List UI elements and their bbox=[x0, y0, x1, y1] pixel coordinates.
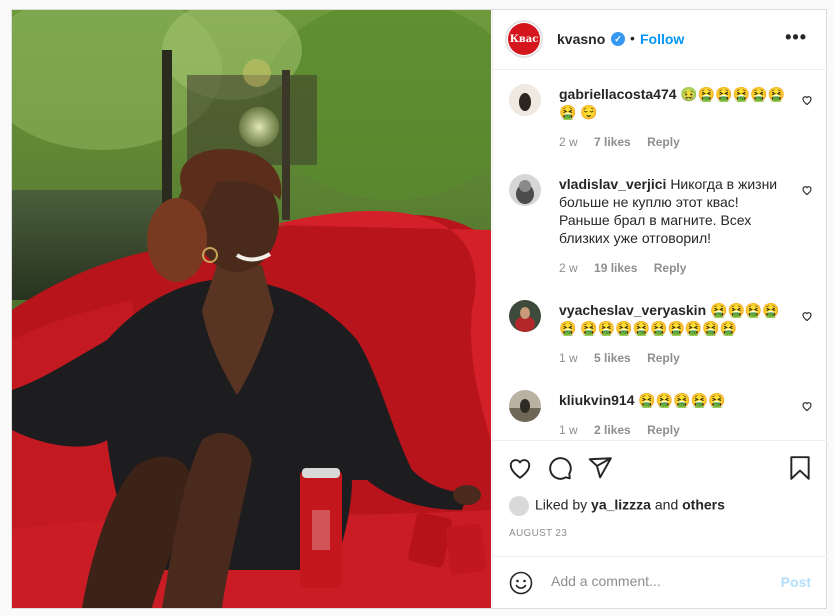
comment-meta: 2 w 7 likes Reply bbox=[559, 135, 693, 149]
comment-username[interactable]: kliukvin914 bbox=[559, 392, 635, 408]
comment-likes[interactable]: 5 likes bbox=[594, 351, 631, 365]
reply-button[interactable]: Reply bbox=[647, 423, 680, 437]
reply-button[interactable]: Reply bbox=[654, 261, 687, 275]
avatar[interactable] bbox=[509, 300, 541, 332]
avatar[interactable] bbox=[509, 84, 541, 116]
comment-age: 1 w bbox=[559, 351, 578, 365]
avatar[interactable] bbox=[509, 174, 541, 206]
avatar[interactable] bbox=[509, 390, 541, 422]
comment-input[interactable] bbox=[549, 572, 763, 590]
comment-username[interactable]: vyacheslav_veryaskin bbox=[559, 302, 706, 318]
bookmark-icon[interactable] bbox=[787, 455, 813, 481]
follow-button[interactable]: Follow bbox=[640, 31, 684, 47]
liker-username[interactable]: ya_lizzza bbox=[591, 497, 651, 513]
comment-body: 🤮🤮🤮🤮🤮 bbox=[638, 392, 726, 408]
post-card: Квас kvasno ✓ • Follow ••• gabriellacost… bbox=[11, 9, 827, 609]
reply-button[interactable]: Reply bbox=[647, 351, 680, 365]
comment-age: 1 w bbox=[559, 423, 578, 437]
emoji-icon[interactable] bbox=[509, 571, 533, 595]
avatar-photo bbox=[509, 300, 541, 332]
avatar-photo bbox=[509, 84, 541, 116]
comment-likes[interactable]: 2 likes bbox=[594, 423, 631, 437]
post-photo[interactable] bbox=[12, 10, 491, 608]
likes-others-link[interactable]: others bbox=[682, 497, 725, 513]
liker-avatar[interactable] bbox=[509, 496, 529, 516]
comment-icon[interactable] bbox=[547, 455, 573, 481]
verified-icon: ✓ bbox=[611, 32, 625, 46]
comment-text: vladislav_verjici Никогда в жизни больше… bbox=[559, 175, 785, 247]
add-comment-bar: Post bbox=[493, 556, 827, 609]
brand-logo-text: Квас bbox=[509, 33, 539, 45]
heart-icon[interactable] bbox=[507, 455, 533, 481]
comment-meta: 1 w 5 likes Reply bbox=[559, 351, 693, 365]
comment-likes[interactable]: 7 likes bbox=[594, 135, 631, 149]
comment-like-icon[interactable] bbox=[801, 400, 813, 412]
comment-like-icon[interactable] bbox=[801, 94, 813, 106]
action-bar bbox=[493, 440, 827, 501]
post-panel: Квас kvasno ✓ • Follow ••• gabriellacost… bbox=[492, 10, 827, 608]
comment-like-icon[interactable] bbox=[801, 310, 813, 322]
post-date[interactable]: AUGUST 23 bbox=[509, 528, 567, 539]
comment-text: kliukvin914 🤮🤮🤮🤮🤮 bbox=[559, 391, 785, 409]
brand-logo: Квас bbox=[508, 23, 540, 55]
comment-like-icon[interactable] bbox=[801, 184, 813, 196]
comment-text: gabriellacosta474 🤢🤮🤮🤮🤮🤮🤮 😌 bbox=[559, 85, 785, 121]
separator-dot: • bbox=[630, 30, 635, 46]
comment-likes[interactable]: 19 likes bbox=[594, 261, 637, 275]
reply-button[interactable]: Reply bbox=[647, 135, 680, 149]
profile-avatar[interactable]: Квас bbox=[505, 20, 543, 58]
comment-age: 2 w bbox=[559, 135, 578, 149]
comment-username[interactable]: gabriellacosta474 bbox=[559, 86, 677, 102]
comment-text: vyacheslav_veryaskin 🤮🤮🤮🤮🤮 🤮🤮🤮🤮🤮🤮🤮🤮🤮 bbox=[559, 301, 785, 337]
liked-by-prefix: Liked by bbox=[535, 496, 588, 513]
comment-username[interactable]: vladislav_verjici bbox=[559, 176, 666, 192]
comment-meta: 2 w 19 likes Reply bbox=[559, 261, 699, 275]
comments-list[interactable]: gabriellacosta474 🤢🤮🤮🤮🤮🤮🤮 😌 2 w 7 likes … bbox=[493, 70, 827, 440]
post-username[interactable]: kvasno bbox=[557, 31, 605, 47]
avatar-photo bbox=[509, 390, 541, 422]
liked-by-middle: and bbox=[654, 496, 679, 513]
share-icon[interactable] bbox=[587, 455, 613, 481]
likes-summary: Liked by ya_lizzza and others bbox=[509, 496, 725, 516]
comment-age: 2 w bbox=[559, 261, 578, 275]
post-button[interactable]: Post bbox=[781, 574, 811, 590]
post-photo-illustration bbox=[12, 10, 491, 608]
more-icon[interactable]: ••• bbox=[785, 27, 807, 48]
comment-meta: 1 w 2 likes Reply bbox=[559, 423, 693, 437]
post-header: Квас kvasno ✓ • Follow ••• bbox=[493, 10, 827, 70]
avatar-photo bbox=[509, 174, 541, 206]
